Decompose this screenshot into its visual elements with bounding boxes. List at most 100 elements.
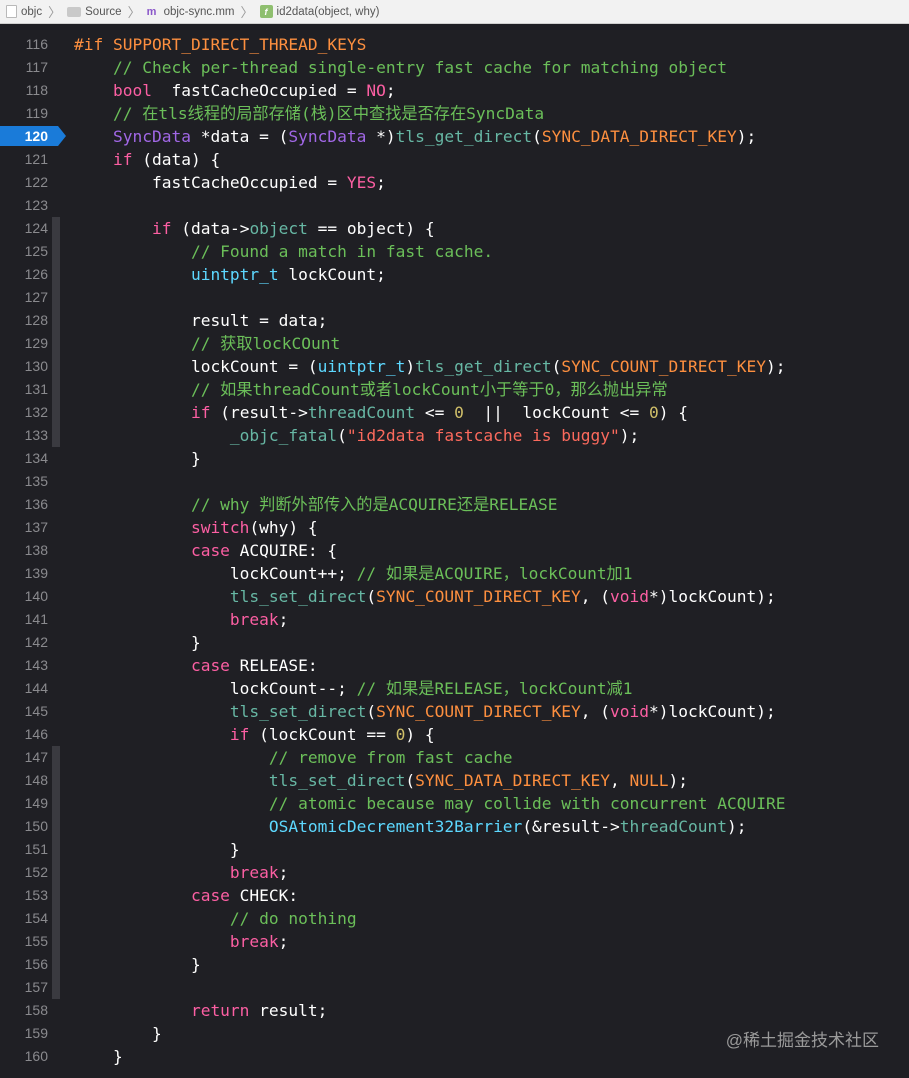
code-line[interactable]: 121 if (data) { xyxy=(0,148,909,171)
code-line[interactable]: 148 tls_set_direct(SYNC_DATA_DIRECT_KEY,… xyxy=(0,769,909,792)
line-number[interactable]: 146 xyxy=(0,723,48,746)
line-number[interactable]: 139 xyxy=(0,562,48,585)
code-line[interactable]: 124 if (data->object == object) { xyxy=(0,217,909,240)
line-number[interactable]: 156 xyxy=(0,953,48,976)
line-number[interactable]: 145 xyxy=(0,700,48,723)
code-line[interactable]: 139 lockCount++; // 如果是ACQUIRE，lockCount… xyxy=(0,562,909,585)
code-line[interactable]: 138 case ACQUIRE: { xyxy=(0,539,909,562)
code-line[interactable]: 132 if (result->threadCount <= 0 || lock… xyxy=(0,401,909,424)
line-number[interactable]: 118 xyxy=(0,79,48,102)
code-editor[interactable]: 116 #if SUPPORT_DIRECT_THREAD_KEYS 117 // … xyxy=(0,24,909,1078)
line-number[interactable]: 128 xyxy=(0,309,48,332)
line-number[interactable]: 119 xyxy=(0,102,48,125)
line-number[interactable]: 130 xyxy=(0,355,48,378)
code-line[interactable]: 130 lockCount = (uintptr_t)tls_get_direc… xyxy=(0,355,909,378)
code-line[interactable]: 122 fastCacheOccupied = YES; xyxy=(0,171,909,194)
code-line[interactable]: 151 } xyxy=(0,838,909,861)
line-number[interactable]: 142 xyxy=(0,631,48,654)
code-line[interactable]: 126 uintptr_t lockCount; xyxy=(0,263,909,286)
code-line[interactable]: 152 break; xyxy=(0,861,909,884)
line-number[interactable]: 159 xyxy=(0,1022,48,1045)
code-line[interactable]: 147 // remove from fast cache xyxy=(0,746,909,769)
line-number[interactable]: 141 xyxy=(0,608,48,631)
line-number[interactable]: 134 xyxy=(0,447,48,470)
line-number[interactable]: 151 xyxy=(0,838,48,861)
code-line[interactable]: 157 xyxy=(0,976,909,999)
breadcrumb-folder[interactable]: Source xyxy=(67,6,122,18)
line-number[interactable]: 149 xyxy=(0,792,48,815)
line-number[interactable]: 140 xyxy=(0,585,48,608)
line-number[interactable]: 131 xyxy=(0,378,48,401)
line-number[interactable]: 144 xyxy=(0,677,48,700)
objc-file-icon: m xyxy=(146,5,157,18)
code-line[interactable]: 135 xyxy=(0,470,909,493)
code-line[interactable]: 120 SyncData *data = (SyncData *)tls_get… xyxy=(0,125,909,148)
line-number[interactable]: 124 xyxy=(0,217,48,240)
code-line[interactable]: 156 } xyxy=(0,953,909,976)
line-number[interactable]: 137 xyxy=(0,516,48,539)
code-line[interactable]: 129 // 获取lockCOunt xyxy=(0,332,909,355)
line-number[interactable]: 135 xyxy=(0,470,48,493)
line-number[interactable]: 147 xyxy=(0,746,48,769)
code-line[interactable]: 144 lockCount--; // 如果是RELEASE，lockCount… xyxy=(0,677,909,700)
code-text: lockCount--; // 如果是RELEASE，lockCount减1 xyxy=(74,677,633,700)
code-line[interactable]: 153 case CHECK: xyxy=(0,884,909,907)
line-number[interactable]: 127 xyxy=(0,286,48,309)
line-number[interactable]: 132 xyxy=(0,401,48,424)
line-number[interactable]: 133 xyxy=(0,424,48,447)
line-number[interactable]: 153 xyxy=(0,884,48,907)
code-line[interactable]: 145 tls_set_direct(SYNC_COUNT_DIRECT_KEY… xyxy=(0,700,909,723)
line-number[interactable]: 150 xyxy=(0,815,48,838)
line-number[interactable]: 129 xyxy=(0,332,48,355)
breadcrumb-file[interactable]: m objc-sync.mm xyxy=(147,6,235,18)
line-number[interactable]: 143 xyxy=(0,654,48,677)
code-line[interactable]: 119 // 在tls线程的局部存储(栈)区中查找是否存在SyncData xyxy=(0,102,909,125)
line-number[interactable]: 148 xyxy=(0,769,48,792)
code-line[interactable]: 149 // atomic because may collide with c… xyxy=(0,792,909,815)
code-line[interactable]: 133 _objc_fatal("id2data fastcache is bu… xyxy=(0,424,909,447)
code-token: (data) { xyxy=(132,150,221,169)
code-line[interactable]: 127 xyxy=(0,286,909,309)
code-line[interactable]: 150 OSAtomicDecrement32Barrier(&result->… xyxy=(0,815,909,838)
code-line[interactable]: 140 tls_set_direct(SYNC_COUNT_DIRECT_KEY… xyxy=(0,585,909,608)
line-number[interactable]: 122 xyxy=(0,171,48,194)
code-line[interactable]: 128 result = data; xyxy=(0,309,909,332)
code-text: // 在tls线程的局部存储(栈)区中查找是否存在SyncData xyxy=(74,102,544,125)
code-line[interactable]: 131 // 如果threadCount或者lockCount小于等于0，那么抛… xyxy=(0,378,909,401)
breadcrumb-project[interactable]: objc xyxy=(6,5,42,18)
code-line[interactable]: 154 // do nothing xyxy=(0,907,909,930)
line-number[interactable]: 121 xyxy=(0,148,48,171)
code-line[interactable]: 136 // why 判断外部传入的是ACQUIRE还是RELEASE xyxy=(0,493,909,516)
code-fold-ribbon[interactable] xyxy=(52,746,60,999)
code-line[interactable]: 146 if (lockCount == 0) { xyxy=(0,723,909,746)
code-line[interactable]: 137 switch(why) { xyxy=(0,516,909,539)
line-number[interactable]: 117 xyxy=(0,56,48,79)
code-line[interactable]: 117 // Check per-thread single-entry fas… xyxy=(0,56,909,79)
line-number[interactable]: 138 xyxy=(0,539,48,562)
line-number[interactable]: 152 xyxy=(0,861,48,884)
line-number[interactable]: 157 xyxy=(0,976,48,999)
code-line[interactable]: 141 break; xyxy=(0,608,909,631)
code-line[interactable]: 134 } xyxy=(0,447,909,470)
code-line[interactable]: 118 bool fastCacheOccupied = NO; xyxy=(0,79,909,102)
line-number[interactable]: 116 xyxy=(0,33,48,56)
line-number[interactable]: 155 xyxy=(0,930,48,953)
code-fold-ribbon[interactable] xyxy=(52,217,60,447)
line-number[interactable]: 120 xyxy=(0,125,48,148)
code-line[interactable]: 143 case RELEASE: xyxy=(0,654,909,677)
code-line[interactable]: 142 } xyxy=(0,631,909,654)
breadcrumb-function[interactable]: f id2data(object, why) xyxy=(259,5,379,18)
code-line[interactable]: 125 // Found a match in fast cache. xyxy=(0,240,909,263)
code-line[interactable]: 155 break; xyxy=(0,930,909,953)
line-number[interactable]: 125 xyxy=(0,240,48,263)
line-number[interactable]: 158 xyxy=(0,999,48,1022)
code-token: case xyxy=(74,886,230,905)
line-number[interactable]: 154 xyxy=(0,907,48,930)
line-number[interactable]: 136 xyxy=(0,493,48,516)
line-number[interactable]: 126 xyxy=(0,263,48,286)
code-line[interactable]: 123 xyxy=(0,194,909,217)
code-line[interactable]: 116 #if SUPPORT_DIRECT_THREAD_KEYS xyxy=(0,33,909,56)
line-number[interactable]: 160 xyxy=(0,1045,48,1068)
line-number[interactable]: 123 xyxy=(0,194,48,217)
code-line[interactable]: 158 return result; xyxy=(0,999,909,1022)
